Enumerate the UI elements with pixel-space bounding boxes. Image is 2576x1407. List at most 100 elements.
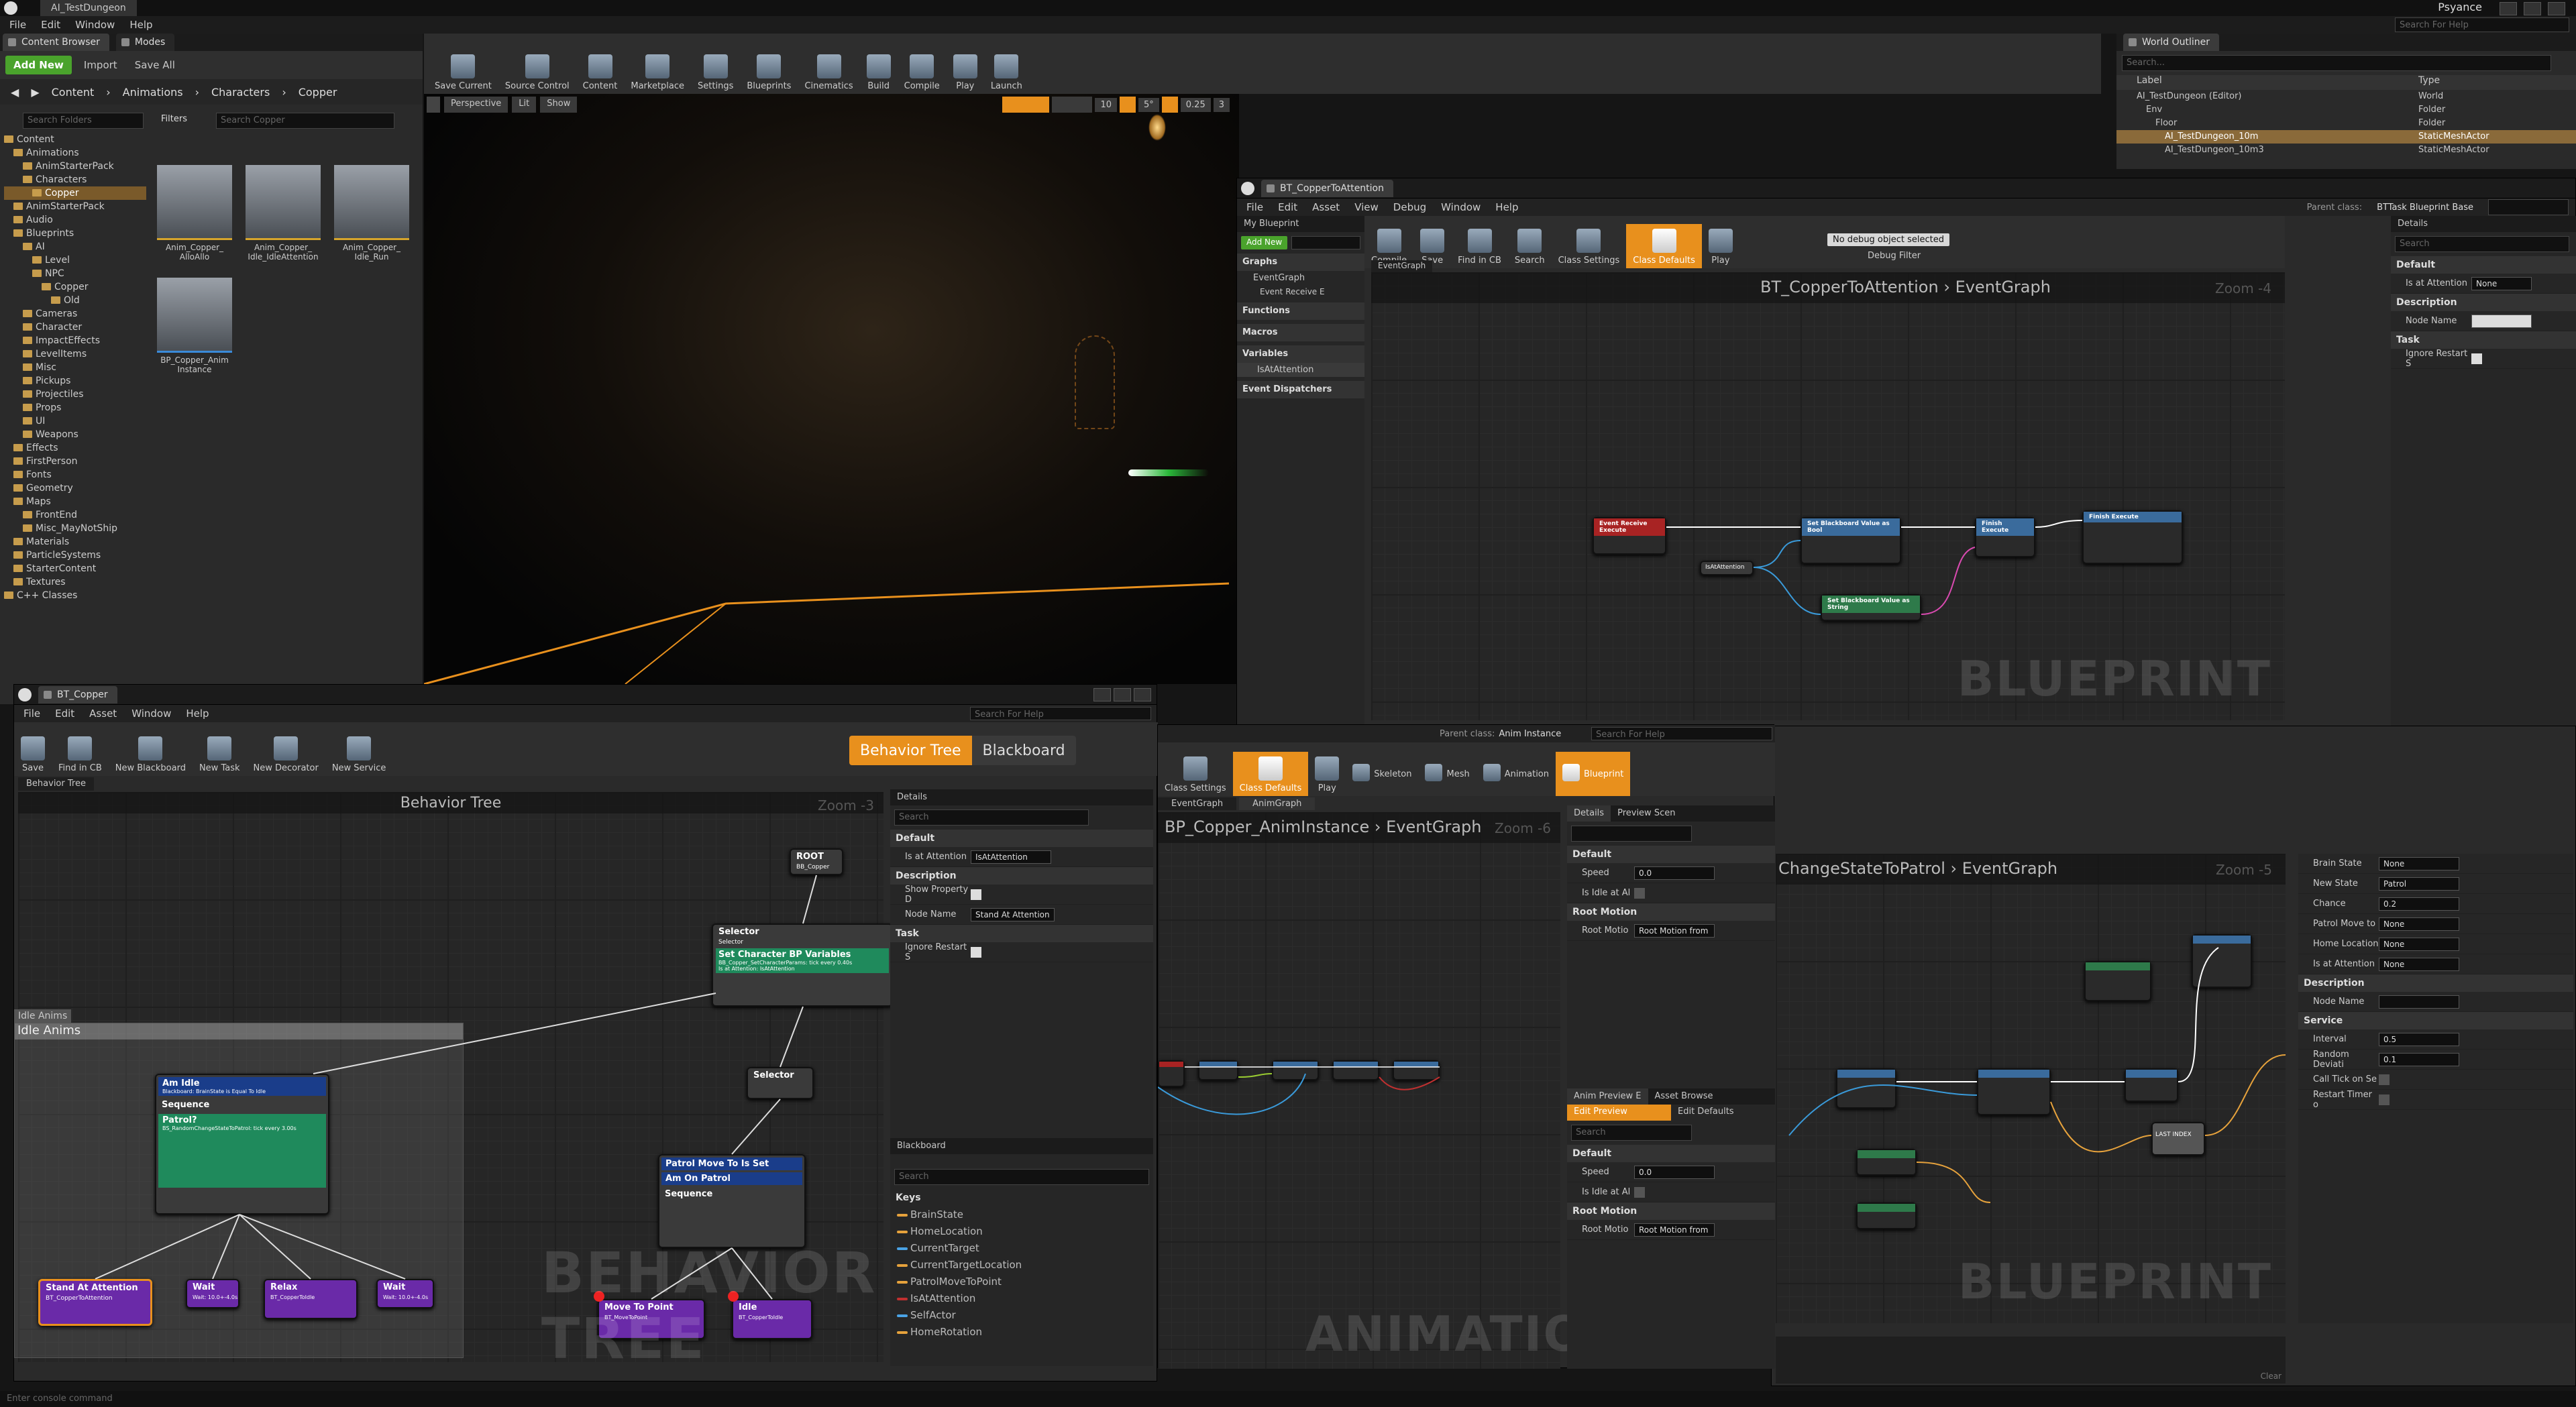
blackboard-key[interactable]: HomeRotation <box>890 1324 1153 1341</box>
bt-menu-edit[interactable]: Edit <box>55 708 74 720</box>
minimize-button[interactable] <box>2500 2 2517 15</box>
bt-menu-window[interactable]: Window <box>131 708 171 720</box>
mode-blueprint[interactable]: Blueprint <box>1556 752 1631 796</box>
toolbar-button-compile[interactable]: Compile <box>898 50 947 94</box>
anim-event-graph[interactable]: EventGraph AnimGraph BP_Copper_AnimInstan… <box>1158 797 1626 1369</box>
search-copper-input[interactable]: Search Copper <box>216 113 394 129</box>
blackboard-key[interactable]: BrainState <box>890 1206 1153 1223</box>
task-call-tick-checkbox[interactable] <box>2379 1074 2390 1085</box>
task-prop-4-input[interactable]: None <box>2379 937 2459 951</box>
toolbar-button-launch[interactable]: Launch <box>984 50 1029 94</box>
outliner-row[interactable]: AI_TestDungeon_10m StaticMeshActor <box>2116 130 2576 144</box>
anim-preview-root-motion-section[interactable]: Root Motion <box>1567 1202 1775 1220</box>
bt-menu-file[interactable]: File <box>23 708 40 720</box>
import-button[interactable]: Import <box>78 56 123 74</box>
variables-section[interactable]: Variables <box>1237 345 1364 363</box>
folder-tree-item[interactable]: Maps <box>4 495 146 508</box>
folder-tree-item[interactable]: AI <box>4 240 146 254</box>
anim-details-tab[interactable]: Details <box>1567 805 1611 822</box>
bp-details-task-section[interactable]: Task <box>2391 331 2576 349</box>
toolbar-button-settings[interactable]: Settings <box>691 50 740 94</box>
anim-tab-eventgraph[interactable]: EventGraph <box>1158 797 1237 810</box>
edit-defaults-button[interactable]: Edit Defaults <box>1671 1105 1775 1121</box>
folder-tree-item[interactable]: Projectiles <box>4 388 146 401</box>
blackboard-mode-button[interactable]: Blackboard <box>971 736 1076 765</box>
anim-preview-tab[interactable]: Preview Scen <box>1611 805 1682 822</box>
blackboard-key[interactable]: HomeLocation <box>890 1223 1153 1240</box>
folder-tree-item[interactable]: UI <box>4 414 146 428</box>
anim-preview-is-idle-checkbox[interactable] <box>1634 1186 1645 1198</box>
folder-tree-item[interactable]: Animations <box>4 146 146 160</box>
bt-ignore-restart-checkbox[interactable] <box>971 946 981 958</box>
anim-preview-search[interactable]: Search <box>1571 1125 1692 1141</box>
task-interval-input[interactable]: 0.5 <box>2379 1032 2459 1046</box>
bp-details-description-section[interactable]: Description <box>2391 294 2576 311</box>
bt-is-at-attention-select[interactable]: IsAtAttention <box>971 850 1051 864</box>
folder-tree-item[interactable]: StarterContent <box>4 562 146 575</box>
blackboard-search[interactable]: Search <box>894 1169 1149 1185</box>
folder-tree-item[interactable]: NPC <box>4 267 146 280</box>
task-event-graph[interactable]: ChangeStateToPatrol › EventGraph Zoom -5… <box>1776 854 2286 1323</box>
main-tab[interactable]: AI_TestDungeon <box>40 0 137 16</box>
toolbar-button-search[interactable]: Search <box>1508 224 1552 268</box>
asset-tile[interactable]: Anim_Copper_ AlloAllo <box>157 165 236 262</box>
toolbar-button-save-current[interactable]: Save Current <box>428 50 498 94</box>
is-at-attention-select[interactable]: None <box>2471 276 2532 290</box>
anim-default-section[interactable]: Default <box>1567 846 1775 863</box>
blackboard-tab[interactable]: Blackboard <box>890 1138 1153 1154</box>
folder-tree-item[interactable]: AnimStarterPack <box>4 200 146 213</box>
folder-tree-item[interactable]: C++ Classes <box>4 589 146 602</box>
folder-tree-item[interactable]: Effects <box>4 441 146 455</box>
asset-tile[interactable]: BP_Copper_Anim Instance <box>157 278 236 374</box>
toolbar-button-class-defaults[interactable]: Class Defaults <box>1232 752 1309 796</box>
outliner-col-label[interactable]: Label <box>2137 75 2418 90</box>
task-description-section[interactable]: Description <box>2298 974 2573 992</box>
toolbar-button-new-service[interactable]: New Service <box>325 732 393 776</box>
bp-help-search[interactable] <box>2488 199 2569 215</box>
task-random-deviation-input[interactable]: 0.1 <box>2379 1052 2459 1066</box>
breadcrumb-characters[interactable]: Characters <box>211 86 270 99</box>
folder-tree-item[interactable]: Fonts <box>4 468 146 482</box>
toolbar-button-play[interactable]: Play <box>1308 752 1346 796</box>
anim-details-search[interactable] <box>1571 826 1692 842</box>
bp-menu-edit[interactable]: Edit <box>1278 201 1297 213</box>
anim-parent-value[interactable]: Anim Instance <box>1499 729 1561 739</box>
bp-details-search[interactable]: Search <box>2395 236 2569 252</box>
folder-tree-item[interactable]: Misc_MayNotShip <box>4 522 146 535</box>
main-help-search[interactable]: Search For Help <box>2395 17 2569 32</box>
menu-edit[interactable]: Edit <box>41 19 60 31</box>
bt-close-button[interactable] <box>1134 687 1151 701</box>
bp-menu-view[interactable]: View <box>1354 201 1379 213</box>
menu-window[interactable]: Window <box>75 19 115 31</box>
node-name-input[interactable] <box>2471 314 2532 328</box>
world-outliner-tab[interactable]: World Outliner <box>2123 34 2219 51</box>
filters-button[interactable]: Filters <box>161 114 187 124</box>
debug-object-select[interactable]: No debug object selected <box>1827 233 1950 246</box>
outliner-row[interactable]: Floor Folder <box>2116 117 2576 130</box>
blackboard-key[interactable]: PatrolMoveToPoint <box>890 1274 1153 1290</box>
task-clear-button[interactable]: Clear <box>2261 1371 2282 1381</box>
content-browser-tab[interactable]: Content Browser <box>3 34 109 51</box>
folder-tree-item[interactable]: LevelItems <box>4 347 146 361</box>
anim-speed-input[interactable]: 0.0 <box>1634 866 1715 880</box>
folder-tree-item[interactable]: FrontEnd <box>4 508 146 522</box>
blackboard-key[interactable]: SelfActor <box>890 1307 1153 1324</box>
anim-root-motion-section[interactable]: Root Motion <box>1567 903 1775 921</box>
anim-preview-default-section[interactable]: Default <box>1567 1145 1775 1162</box>
mode-animation[interactable]: Animation <box>1477 752 1556 796</box>
outliner-row[interactable]: Env Folder <box>2116 103 2576 117</box>
task-prop-0-input[interactable]: None <box>2379 856 2459 870</box>
bt-menu-asset[interactable]: Asset <box>89 708 117 720</box>
folder-tree-item[interactable]: Audio <box>4 213 146 227</box>
folder-tree-item[interactable]: Character <box>4 321 146 334</box>
bt-minimize-button[interactable] <box>1093 687 1111 701</box>
bp-details-default-section[interactable]: Default <box>2391 256 2576 274</box>
bt-description-section[interactable]: Description <box>890 867 1153 885</box>
bp-menu-debug[interactable]: Debug <box>1393 201 1426 213</box>
folder-tree-item[interactable]: ParticleSystems <box>4 549 146 562</box>
modes-tab[interactable]: Modes <box>115 34 175 51</box>
folder-tree-item[interactable]: Blueprints <box>4 227 146 240</box>
folder-tree-item[interactable]: Props <box>4 401 146 414</box>
bp-menu-help[interactable]: Help <box>1495 201 1518 213</box>
bp-search[interactable] <box>1291 236 1360 249</box>
